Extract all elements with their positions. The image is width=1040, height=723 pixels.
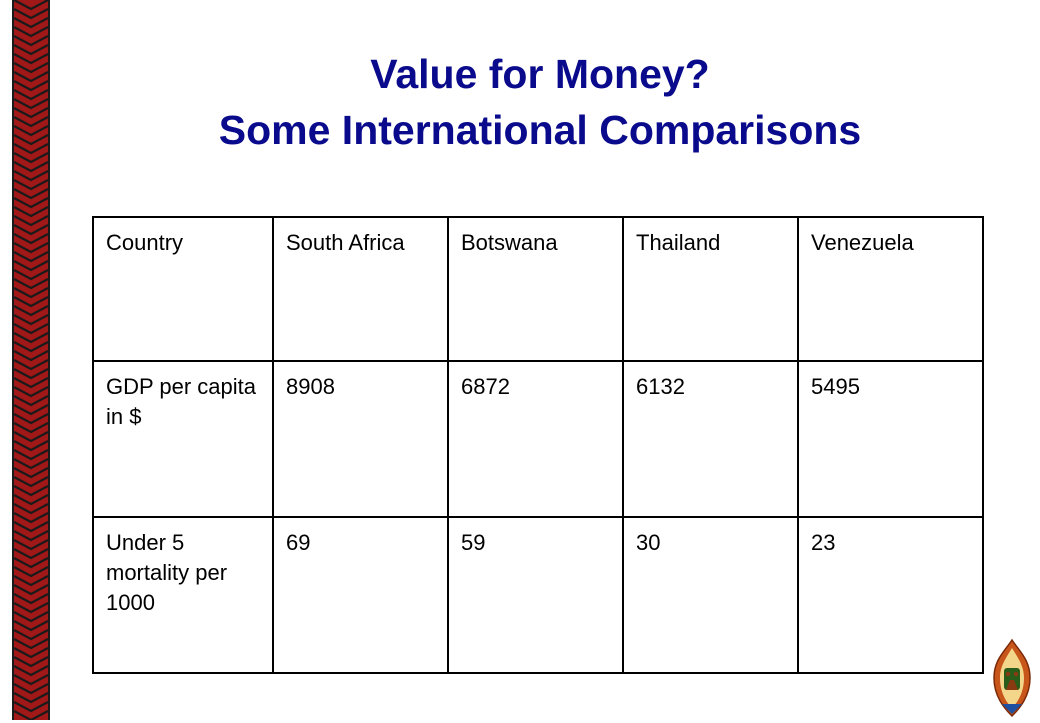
table-cell: 6132 bbox=[622, 360, 799, 518]
comparison-table: Country South Africa Botswana Thailand V… bbox=[92, 216, 984, 674]
table-header-row: Country South Africa Botswana Thailand V… bbox=[92, 216, 984, 362]
table-cell: 5495 bbox=[797, 360, 984, 518]
table-cell: 69 bbox=[272, 516, 449, 674]
coat-of-arms-logo bbox=[990, 638, 1034, 718]
slide-title: Value for Money? Some International Comp… bbox=[60, 46, 1020, 158]
table-cell: Country bbox=[92, 216, 274, 362]
table-cell: 23 bbox=[797, 516, 984, 674]
table-cell: 8908 bbox=[272, 360, 449, 518]
title-line-2: Some International Comparisons bbox=[218, 107, 862, 153]
table-cell: 30 bbox=[622, 516, 799, 674]
table-cell: Venezuela bbox=[797, 216, 984, 362]
zigzag-pattern-icon bbox=[12, 0, 50, 720]
table-cell: 6872 bbox=[447, 360, 624, 518]
table-cell: Thailand bbox=[622, 216, 799, 362]
table-cell: GDP per capita in $ bbox=[92, 360, 274, 518]
title-line-1: Value for Money? bbox=[370, 51, 710, 97]
decorative-border-strip bbox=[0, 0, 52, 720]
table-row: GDP per capita in $ 8908 6872 6132 5495 bbox=[92, 360, 984, 518]
coat-of-arms-icon bbox=[993, 638, 1031, 718]
table-row: Under 5 mortality per 1000 69 59 30 23 bbox=[92, 516, 984, 674]
table-cell: Botswana bbox=[447, 216, 624, 362]
table-cell: Under 5 mortality per 1000 bbox=[92, 516, 274, 674]
table-cell: South Africa bbox=[272, 216, 449, 362]
table-cell: 59 bbox=[447, 516, 624, 674]
